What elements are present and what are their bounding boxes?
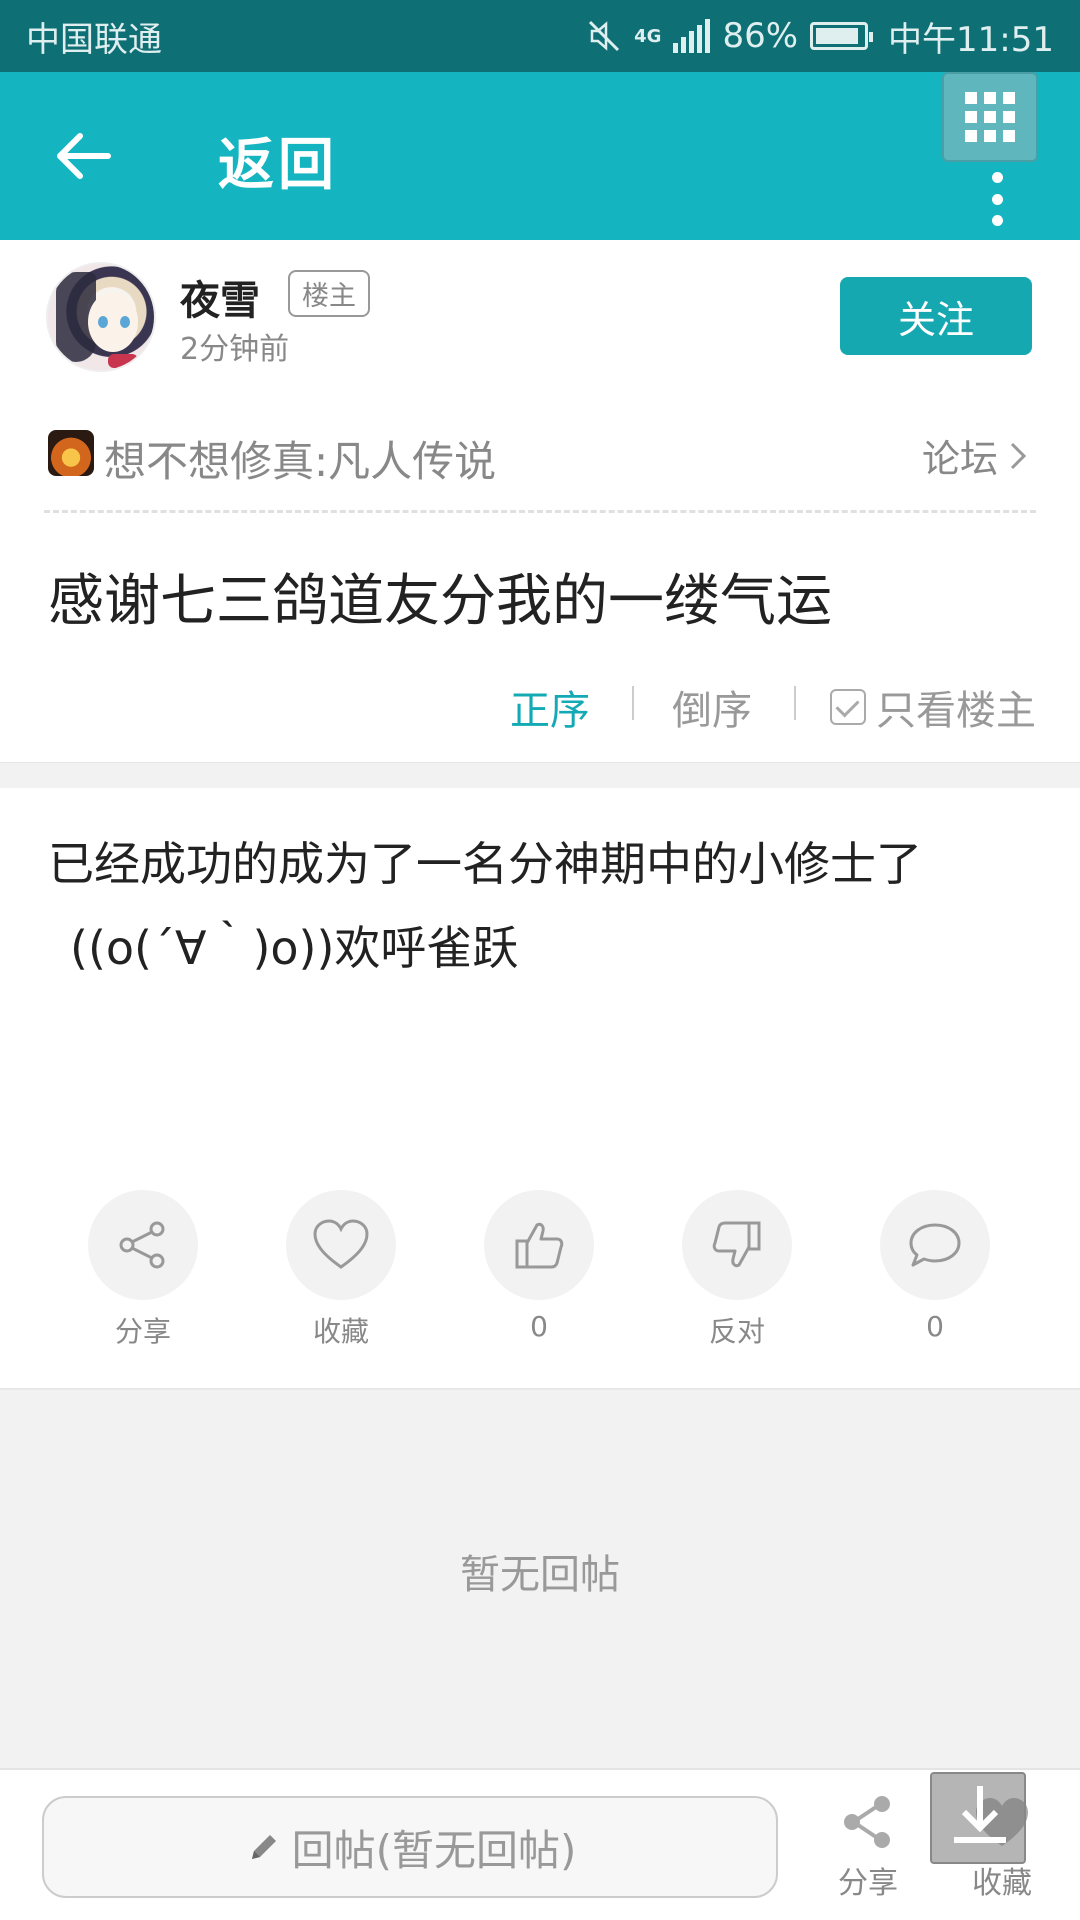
comment-count: 0 xyxy=(926,1310,944,1343)
op-badge: 楼主 xyxy=(288,270,370,317)
battery-percent: 86% xyxy=(722,16,799,56)
download-icon[interactable] xyxy=(930,1772,1026,1864)
post-body-line: 已经成功的成为了一名分神期中的小修士了 xyxy=(48,837,922,891)
favorite-action[interactable]: 收藏 xyxy=(286,1190,396,1350)
game-name[interactable]: 想不想修真:凡人传说 xyxy=(104,428,496,489)
comment-action[interactable]: 0 xyxy=(880,1190,990,1343)
game-icon xyxy=(48,430,94,476)
empty-replies-text: 暂无回帖 xyxy=(460,1552,620,1598)
app-header: 返回 xyxy=(0,72,1080,240)
comment-icon xyxy=(909,1223,961,1267)
heart-icon xyxy=(313,1219,369,1269)
reply-input[interactable]: 回帖(暂无回帖) xyxy=(42,1796,778,1898)
more-options-icon[interactable] xyxy=(990,172,1004,226)
back-button-label[interactable]: 返回 xyxy=(218,120,338,201)
sort-descending-tab[interactable]: 倒序 xyxy=(672,678,752,736)
dislike-label: 反对 xyxy=(708,1315,765,1348)
thumbs-up-icon xyxy=(515,1222,564,1269)
divider xyxy=(794,686,796,720)
pencil-icon xyxy=(251,1835,276,1859)
sort-ascending-tab[interactable]: 正序 xyxy=(510,678,590,736)
back-arrow-icon[interactable] xyxy=(52,124,116,188)
divider xyxy=(44,510,1036,513)
mute-icon xyxy=(589,20,620,52)
bottom-bar: 回帖(暂无回帖) 分享 收藏 xyxy=(0,1768,1080,1920)
status-bar: 中国联通 4G 86% 中午11:51 xyxy=(0,0,1080,72)
section-gap xyxy=(0,762,1080,788)
post-time: 2分钟前 xyxy=(180,332,290,367)
bottom-share-button[interactable]: 分享 xyxy=(818,1792,918,1902)
share-icon xyxy=(119,1221,165,1269)
checkbox-icon[interactable] xyxy=(830,689,866,725)
post-body: 已经成功的成为了一名分神期中的小修士了 ((o(´∀｀)o))欢呼雀跃 xyxy=(48,822,1038,990)
battery-icon xyxy=(810,22,874,50)
share-icon xyxy=(844,1796,890,1848)
clock: 中午11:51 xyxy=(888,19,1054,60)
dislike-action[interactable]: 反对 xyxy=(682,1190,792,1350)
chevron-right-icon xyxy=(1010,442,1027,469)
like-action[interactable]: 0 xyxy=(484,1190,594,1343)
thumbs-down-icon xyxy=(712,1221,761,1268)
share-action[interactable]: 分享 xyxy=(88,1190,198,1350)
forum-link[interactable]: 论坛 xyxy=(922,428,1028,483)
grid-menu-icon[interactable] xyxy=(942,72,1038,162)
replies-area: 暂无回帖 xyxy=(0,1390,1080,1768)
op-only-label: 只看楼主 xyxy=(876,688,1036,734)
network-type: 4G xyxy=(634,25,662,47)
action-bar: 分享 收藏 0 反对 0 xyxy=(0,1190,1080,1350)
divider xyxy=(632,686,634,720)
post-title: 感谢七三鸽道友分我的一缕气运 xyxy=(48,569,832,634)
carrier-name: 中国联通 xyxy=(26,19,162,60)
author-row: 夜雪 楼主 2分钟前 关注 xyxy=(0,240,1080,390)
like-count: 0 xyxy=(530,1310,548,1343)
follow-button[interactable]: 关注 xyxy=(840,277,1032,355)
bottom-share-label: 分享 xyxy=(838,1866,898,1901)
game-row[interactable]: 想不想修真:凡人传说 论坛 xyxy=(0,400,1080,510)
forum-label: 论坛 xyxy=(921,437,998,481)
signal-icon xyxy=(673,19,711,53)
avatar[interactable] xyxy=(46,262,156,372)
post-body-line: ((o(´∀｀)o))欢呼雀跃 xyxy=(70,921,519,975)
sort-controls: 正序 倒序 只看楼主 xyxy=(0,672,1080,742)
favorite-label: 收藏 xyxy=(312,1315,369,1348)
op-only-toggle[interactable]: 只看楼主 xyxy=(830,678,1036,736)
share-label: 分享 xyxy=(114,1315,171,1348)
author-name[interactable]: 夜雪 xyxy=(180,268,260,326)
reply-placeholder: 回帖(暂无回帖) xyxy=(291,1825,577,1875)
